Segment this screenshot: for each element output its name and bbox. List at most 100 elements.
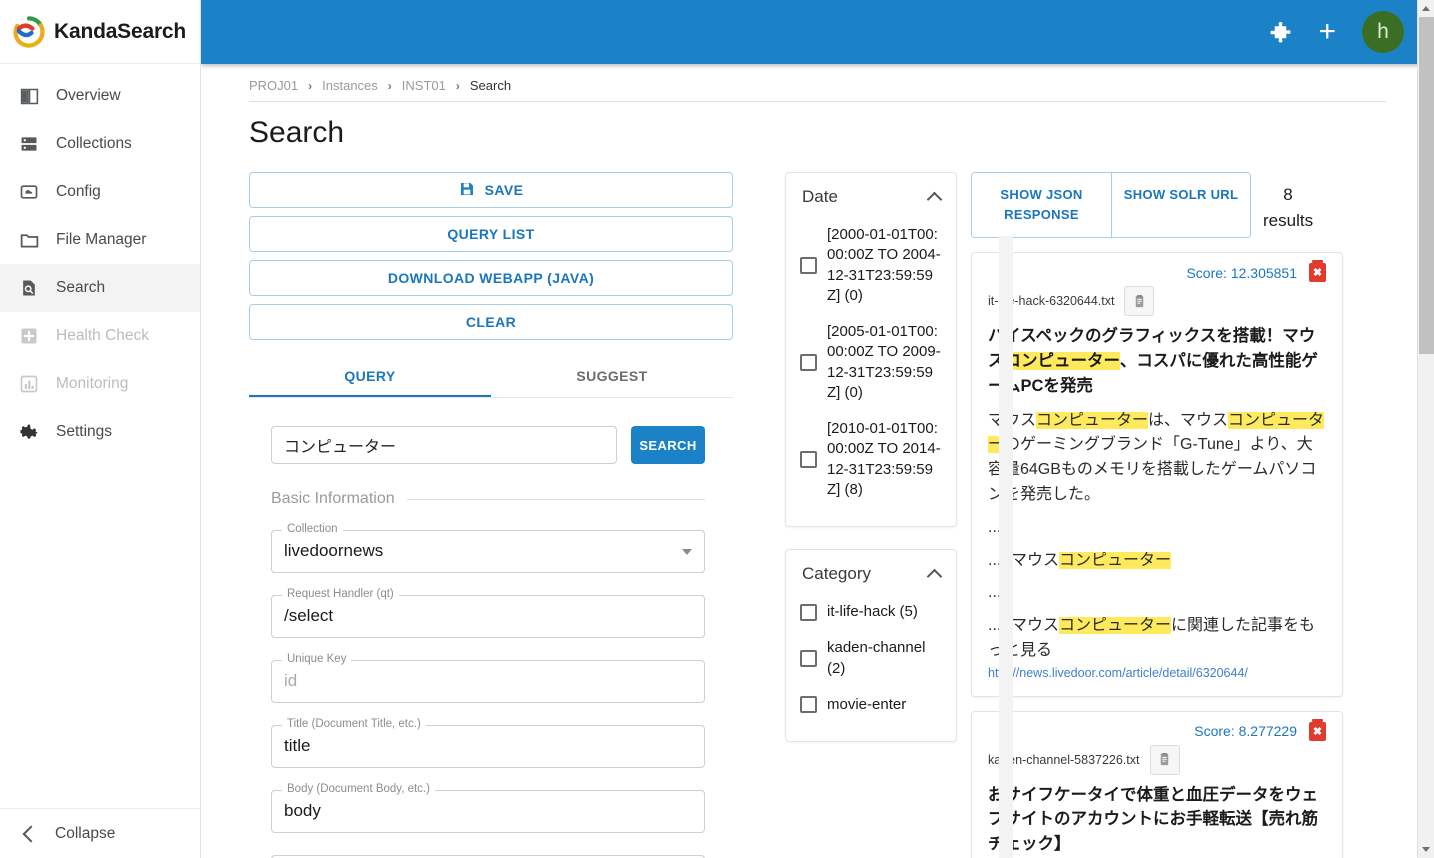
tab-suggest[interactable]: SUGGEST [491,356,733,397]
facet-category-item[interactable]: it-life-hack (5) [786,602,956,622]
query-form-panel: SAVE QUERY LIST DOWNLOAD WEBAPP (JAVA) C… [249,172,757,858]
breadcrumb-separator: › [387,78,392,93]
search-input[interactable] [271,426,617,464]
unique-key-field[interactable]: Unique Key id [271,653,705,703]
facet-checkbox[interactable] [800,354,817,371]
sidebar-item-health-check[interactable]: Health Check [0,312,200,360]
facet-checkbox[interactable] [800,257,817,274]
facet-date-title: Date [802,187,838,206]
result-fragment: ...■マウスコンピューター [988,549,1326,574]
facet-date-item[interactable]: [2010-01-01T00:00:00Z TO 2014-12-31T23:5… [786,419,956,500]
sidebar-item-label: Collections [56,135,132,152]
scroll-up-arrow-icon[interactable] [1422,6,1430,11]
save-button-label: SAVE [484,182,524,198]
facet-category-header[interactable]: Category [786,564,956,584]
facet-category-item[interactable]: kaden-channel (2) [786,638,956,679]
show-solr-url-button[interactable]: SHOW SOLR URL [1111,173,1250,238]
clipboard-icon[interactable] [1149,744,1180,775]
search-submit-button[interactable]: SEARCH [631,426,705,464]
result-title: おサイフケータイで体重と血圧データをウェブサイトのアカウントにお手軽転送【売れ筋… [988,783,1326,857]
form-scrollbar[interactable] [999,236,1013,858]
download-webapp-button[interactable]: DOWNLOAD WEBAPP (JAVA) [249,260,733,296]
tab-query[interactable]: QUERY [249,356,491,397]
trash-icon[interactable]: ✖ [1309,718,1326,741]
kanda-swoosh-logo-icon [12,15,46,49]
facet-date-header[interactable]: Date [786,187,956,207]
brand[interactable]: KandaSearch [0,0,200,64]
facet-category-label: it-life-hack (5) [827,603,918,620]
chevron-down-icon[interactable] [682,549,692,555]
puzzle-piece-icon[interactable] [1269,21,1292,44]
server-icon [18,133,40,155]
request-handler-field[interactable]: Request Handler (qt) /select [271,588,705,638]
avatar[interactable]: h [1362,11,1404,53]
result-fragment-highlight: コンピューター [1059,551,1172,569]
brand-name: KandaSearch [54,19,187,43]
legend-divider [406,498,705,500]
result-fragment: ...■マウスコンピューターに関連した記事をもっと見る [988,614,1326,664]
show-json-response-button[interactable]: SHOW JSON RESPONSE [972,173,1111,238]
breadcrumb: PROJ01 › Instances › INST01 › Search [201,64,1434,93]
sidebar-item-search[interactable]: Search [0,264,200,312]
collection-field[interactable]: Collection livedoornews [271,523,705,573]
clipboard-icon[interactable] [1124,286,1155,317]
plus-icon[interactable]: + [1318,17,1336,47]
scroll-down-arrow-icon[interactable] [1422,847,1430,852]
unique-key-field-placeholder: id [284,671,298,690]
request-handler-field-value: /select [284,606,334,625]
sidebar-item-label: Health Check [56,327,150,344]
breadcrumb-item-inst[interactable]: INST01 [402,78,446,93]
clear-button-label: CLEAR [465,314,517,330]
folder-icon [18,229,40,251]
facet-checkbox[interactable] [800,603,817,621]
sidebar-item-collections[interactable]: Collections [0,120,200,168]
chevron-up-icon[interactable] [926,191,943,207]
result-body-text: は、マウス [1148,411,1229,429]
sidebar-item-label: Settings [56,423,113,440]
result-url[interactable]: http://news.livedoor.com/article/detail/… [988,666,1248,680]
facet-checkbox[interactable] [800,696,817,714]
facet-category: Category it-life-hack (5) kaden-channel … [785,549,957,742]
facet-checkbox[interactable] [800,451,817,468]
breadcrumb-item-instances[interactable]: Instances [322,78,378,93]
facet-category-title: Category [802,564,871,583]
results-header: SHOW JSON RESPONSE SHOW SOLR URL 8 resul… [971,172,1343,239]
sidebar-item-settings[interactable]: Settings [0,408,200,456]
sidebar-collapse-button[interactable]: Collapse [0,808,200,858]
sidebar-item-overview[interactable]: Overview [0,72,200,120]
facet-date-item[interactable]: [2005-01-01T00:00:00Z TO 2009-12-31T23:5… [786,322,956,403]
result-card: Score: 8.277229 ✖ kaden-channel-5837226.… [971,710,1343,858]
facet-checkbox[interactable] [800,650,817,667]
sidebar-item-file-manager[interactable]: File Manager [0,216,200,264]
query-tabs: QUERY SUGGEST [249,356,733,398]
sidebar-item-config[interactable]: Config [0,168,200,216]
trash-icon[interactable]: ✖ [1309,260,1326,283]
sidebar-item-label: Config [56,183,101,200]
result-body: マウスコンピューターは、マウスコンピューターのゲーミングブランド「G-Tune」… [988,409,1326,508]
sidebar-item-label: File Manager [56,231,147,248]
result-body-text: のゲーミングブランド「G-Tune」より、大容量64GBものメモリを搭載したゲー… [988,436,1317,503]
sidebar: KandaSearch Overview Collections Config [0,0,201,858]
chevron-up-icon[interactable] [926,568,943,584]
clear-button[interactable]: CLEAR [249,304,733,340]
title-field-value: title [284,736,311,755]
sidebar-nav: Overview Collections Config File Manager [0,64,200,808]
facet-date-item[interactable]: [2000-01-01T00:00:00Z TO 2004-12-31T23:5… [786,225,956,306]
results-count: 8 results [1263,172,1313,233]
sidebar-item-monitoring[interactable]: Monitoring [0,360,200,408]
gear-icon [18,421,40,443]
save-button[interactable]: SAVE [249,172,733,208]
document-search-icon [18,277,40,299]
breadcrumb-item-proj[interactable]: PROJ01 [249,78,298,93]
form-scrollbar-thumb[interactable] [999,236,1013,858]
title-field[interactable]: Title (Document Title, etc.) title [271,718,705,768]
body-field[interactable]: Body (Document Body, etc.) body [271,783,705,833]
breadcrumb-item-search[interactable]: Search [470,78,511,93]
query-list-button[interactable]: QUERY LIST [249,216,733,252]
cloud-box-icon [18,181,40,203]
page-scrollbar-thumb[interactable] [1419,17,1434,354]
page-columns: SAVE QUERY LIST DOWNLOAD WEBAPP (JAVA) C… [201,150,1434,858]
facet-category-label: movie-enter [827,695,907,713]
page-scrollbar[interactable] [1417,0,1434,858]
facet-category-item[interactable]: movie-enter [786,695,956,715]
